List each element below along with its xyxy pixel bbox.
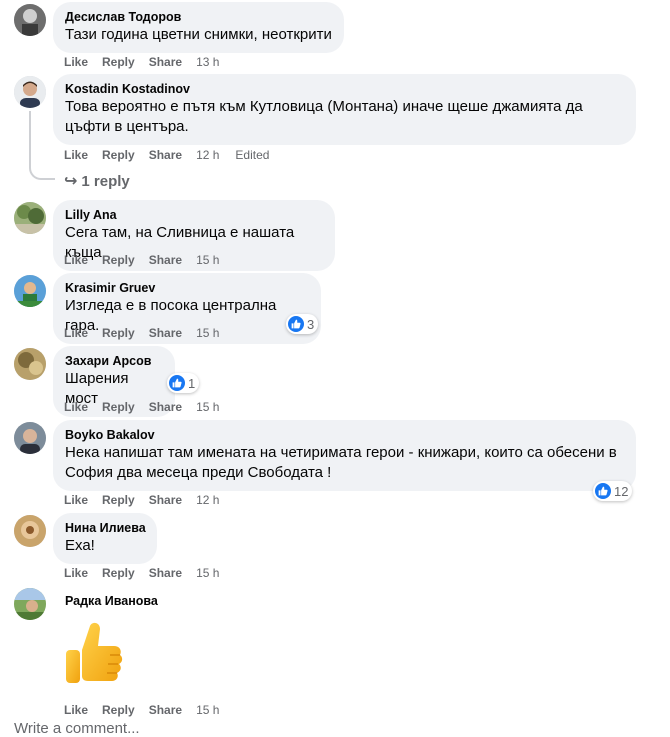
reply-button[interactable]: Reply xyxy=(102,252,135,268)
reaction-count: 12 xyxy=(614,483,629,499)
like-button[interactable]: Like xyxy=(64,325,88,341)
reply-button[interactable]: Reply xyxy=(102,702,135,718)
avatar[interactable] xyxy=(14,202,46,234)
comment-bubble: Kostadin Kostadinov Това вероятно е пътя… xyxy=(53,74,636,145)
share-button[interactable]: Share xyxy=(149,325,182,341)
avatar[interactable] xyxy=(14,4,46,36)
edited-label: Edited xyxy=(235,148,270,162)
comment-actions: Like Reply Share 15 h xyxy=(64,252,235,268)
reaction-badge[interactable]: 12 xyxy=(593,481,633,501)
like-reaction-icon xyxy=(288,316,304,332)
share-button[interactable]: Share xyxy=(149,147,182,163)
comment-time[interactable]: 15 h xyxy=(196,399,219,415)
comment-actions: Like Reply Share 15 h xyxy=(64,399,235,415)
comment-time[interactable]: 15 h xyxy=(196,252,219,268)
write-comment-input[interactable]: Write a comment... xyxy=(14,720,140,737)
share-button[interactable]: Share xyxy=(149,702,182,718)
reaction-badge[interactable]: 1 xyxy=(167,373,200,393)
thread-line xyxy=(29,164,55,180)
comment-time[interactable]: 12 h xyxy=(196,492,219,508)
comment-author[interactable]: Десислав Тодоров xyxy=(65,9,332,25)
reply-button[interactable]: Reply xyxy=(102,565,135,581)
comment-author[interactable]: Kostadin Kostadinov xyxy=(65,81,624,97)
share-button[interactable]: Share xyxy=(149,565,182,581)
reply-arrow-icon: ↪ xyxy=(64,173,78,190)
comment-actions: Like Reply Share 13 h xyxy=(64,54,235,70)
comment-time[interactable]: 15 h xyxy=(196,565,219,581)
reply-button[interactable]: Reply xyxy=(102,399,135,415)
comment-author[interactable]: Нина Илиева xyxy=(65,520,146,536)
like-button[interactable]: Like xyxy=(64,399,88,415)
comment-time[interactable]: 15 h xyxy=(196,325,219,341)
share-button[interactable]: Share xyxy=(149,492,182,508)
like-button[interactable]: Like xyxy=(64,252,88,268)
comment-author[interactable]: Lilly Ana xyxy=(65,207,323,223)
reply-button[interactable]: Reply xyxy=(102,147,135,163)
comment-actions: Like Reply Share 15 h xyxy=(64,702,235,718)
comment-text: Еха! xyxy=(65,537,95,554)
comment-bubble: Десислав Тодоров Тази година цветни сним… xyxy=(53,2,344,53)
thread-line xyxy=(29,111,31,166)
comment-author[interactable]: Boyko Bakalov xyxy=(65,427,624,443)
reaction-count: 1 xyxy=(188,375,196,391)
share-button[interactable]: Share xyxy=(149,54,182,70)
like-button[interactable]: Like xyxy=(64,492,88,508)
comment-author[interactable]: Радка Иванова xyxy=(65,593,158,609)
reaction-count: 3 xyxy=(307,316,315,332)
avatar[interactable] xyxy=(14,515,46,547)
like-reaction-icon xyxy=(595,483,611,499)
avatar[interactable] xyxy=(14,76,46,108)
comment-text: Това вероятно е пътя към Кутловица (Монт… xyxy=(65,98,583,135)
comment-text: Тази година цветни снимки, неоткрити xyxy=(65,26,332,43)
avatar[interactable] xyxy=(14,588,46,620)
comment-actions: Like Reply Share 15 h xyxy=(64,565,235,581)
comment-actions: Like Reply Share 12 h Edited xyxy=(64,147,269,163)
reaction-badge[interactable]: 3 xyxy=(286,314,319,334)
comment-author-block: Радка Иванова xyxy=(53,586,170,616)
like-button[interactable]: Like xyxy=(64,702,88,718)
comment-time[interactable]: 15 h xyxy=(196,702,219,718)
like-button[interactable]: Like xyxy=(64,147,88,163)
like-reaction-icon xyxy=(169,375,185,391)
comment-author[interactable]: Krasimir Gruev xyxy=(65,280,309,296)
comment-text: Нека напишат там имената на четиримата г… xyxy=(65,444,617,481)
comment-actions: Like Reply Share 12 h xyxy=(64,492,235,508)
share-button[interactable]: Share xyxy=(149,252,182,268)
comment-time[interactable]: 13 h xyxy=(196,54,219,70)
avatar[interactable] xyxy=(14,422,46,454)
view-replies-link[interactable]: ↪ 1 reply xyxy=(64,171,130,191)
replies-count[interactable]: 1 reply xyxy=(81,173,129,190)
thumbs-up-icon xyxy=(66,622,123,683)
like-button[interactable]: Like xyxy=(64,565,88,581)
avatar[interactable] xyxy=(14,348,46,380)
comment-time[interactable]: 12 h xyxy=(196,147,219,163)
avatar[interactable] xyxy=(14,275,46,307)
comment-author[interactable]: Захари Арсов xyxy=(65,353,163,369)
reply-button[interactable]: Reply xyxy=(102,54,135,70)
like-button[interactable]: Like xyxy=(64,54,88,70)
share-button[interactable]: Share xyxy=(149,399,182,415)
reply-button[interactable]: Reply xyxy=(102,325,135,341)
comment-bubble: Нина Илиева Еха! xyxy=(53,513,157,564)
comment-actions: Like Reply Share 15 h xyxy=(64,325,235,341)
reply-button[interactable]: Reply xyxy=(102,492,135,508)
comment-bubble: Boyko Bakalov Нека напишат там имената н… xyxy=(53,420,636,491)
